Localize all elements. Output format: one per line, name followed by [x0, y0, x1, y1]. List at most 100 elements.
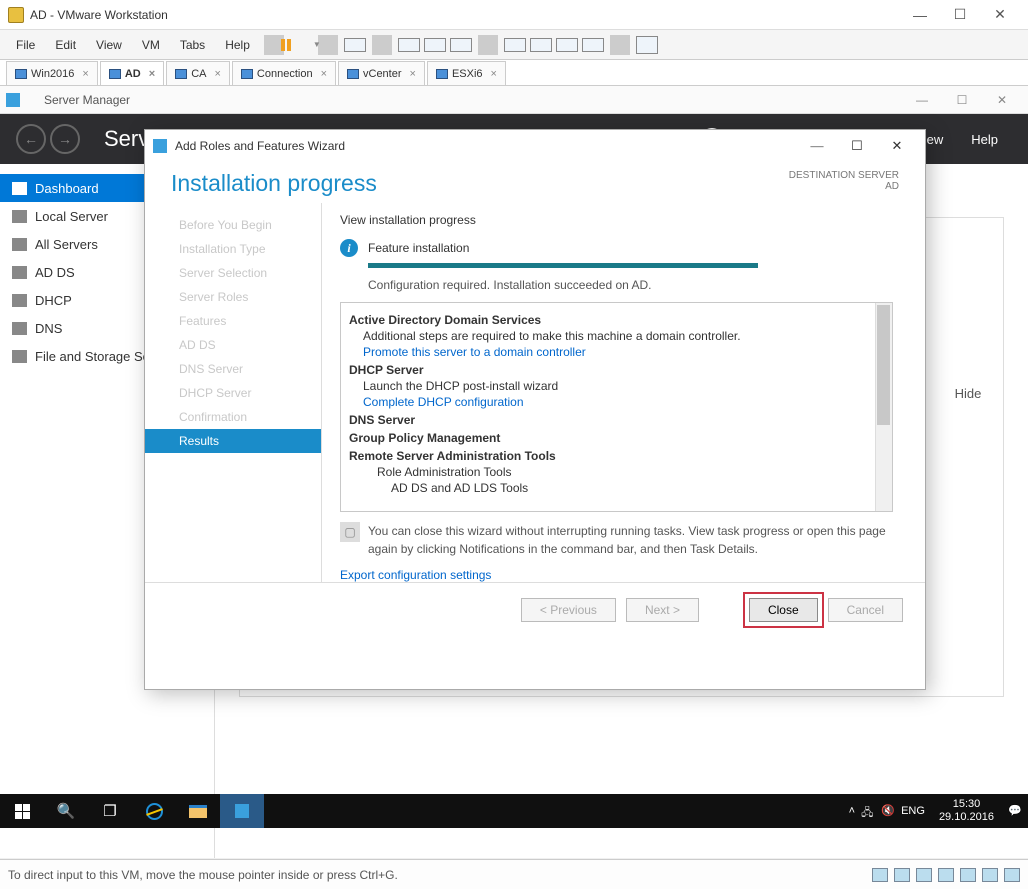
view-d-icon[interactable]: [580, 34, 606, 56]
menu-help[interactable]: Help: [215, 34, 260, 56]
vmware-icon: [8, 7, 24, 23]
sound-icon[interactable]: 🔇: [881, 804, 895, 818]
wizard-steps: Before You Begin Installation Type Serve…: [171, 203, 321, 582]
close-icon[interactable]: ×: [321, 68, 327, 80]
info-icon: i: [340, 239, 358, 257]
menu-view[interactable]: View: [86, 34, 132, 56]
close-icon[interactable]: ×: [491, 68, 497, 80]
wizard-footer: < Previous Next > Close Cancel: [145, 582, 925, 636]
export-link[interactable]: Export configuration settings: [340, 568, 893, 582]
result-dhcp: DHCP Server: [349, 363, 874, 377]
scrollbar-thumb[interactable]: [877, 305, 890, 425]
close-icon[interactable]: ×: [149, 68, 155, 80]
close-note: You can close this wizard without interr…: [368, 522, 893, 558]
maximize-button[interactable]: ☐: [940, 6, 980, 23]
close-button[interactable]: ✕: [980, 6, 1020, 23]
monitor-icon: [347, 69, 359, 79]
monitor-icon: [175, 69, 187, 79]
send-cad-icon[interactable]: [342, 34, 368, 56]
tab-win2016[interactable]: Win2016×: [6, 61, 98, 85]
monitor-icon: [436, 69, 448, 79]
server-manager-icon: [235, 804, 249, 818]
close-icon[interactable]: ×: [410, 68, 416, 80]
device-icon[interactable]: [960, 868, 976, 882]
wizard-maximize-button[interactable]: ☐: [837, 138, 877, 154]
promote-link[interactable]: Promote this server to a domain controll…: [363, 345, 874, 359]
taskbar-explorer[interactable]: [176, 794, 220, 828]
language-indicator[interactable]: ENG: [901, 805, 925, 817]
taskbar-server-manager[interactable]: [220, 794, 264, 828]
view-c-icon[interactable]: [554, 34, 580, 56]
menu-tabs[interactable]: Tabs: [170, 34, 215, 56]
step-dhcp: DHCP Server: [171, 381, 321, 405]
device-icon[interactable]: [982, 868, 998, 882]
network-icon[interactable]: 🖧: [861, 804, 875, 818]
tab-ad[interactable]: AD×: [100, 61, 164, 85]
back-button[interactable]: ←: [16, 124, 46, 154]
step-adds: AD DS: [171, 333, 321, 357]
disk-icon: [12, 350, 27, 363]
view-b-icon[interactable]: [528, 34, 554, 56]
result-dns: DNS Server: [349, 413, 874, 427]
result-adlds: AD DS and AD LDS Tools: [391, 481, 874, 495]
result-gpm: Group Policy Management: [349, 431, 874, 445]
wizard-dialog: Add Roles and Features Wizard — ☐ ✕ Inst…: [144, 129, 926, 690]
config-message: Configuration required. Installation suc…: [368, 278, 893, 292]
taskview-button[interactable]: ❐: [88, 794, 132, 828]
pause-icon[interactable]: ▼: [288, 34, 314, 56]
clock[interactable]: 15:30 29.10.2016: [931, 798, 1002, 824]
taskbar-ie[interactable]: [132, 794, 176, 828]
sm-close-button[interactable]: ✕: [982, 93, 1022, 107]
action-center-icon[interactable]: 💬: [1008, 804, 1022, 818]
device-icon[interactable]: [872, 868, 888, 882]
adds-icon: [12, 266, 27, 279]
menu-edit[interactable]: Edit: [45, 34, 86, 56]
dashboard-icon: [12, 182, 27, 195]
system-tray[interactable]: ˄ 🖧 🔇 ENG 15:30 29.10.2016 💬: [843, 798, 1028, 824]
menu-file[interactable]: File: [6, 34, 45, 56]
menu-vm[interactable]: VM: [132, 34, 170, 56]
sm-minimize-button[interactable]: —: [902, 93, 942, 107]
wizard-main-panel: View installation progress i Feature ins…: [321, 203, 907, 582]
result-adds: Active Directory Domain Services: [349, 313, 874, 327]
dhcp-config-link[interactable]: Complete DHCP configuration: [363, 395, 874, 409]
forward-button[interactable]: →: [50, 124, 80, 154]
device-icon[interactable]: [916, 868, 932, 882]
tab-ca[interactable]: CA×: [166, 61, 230, 85]
header-help[interactable]: Help: [971, 132, 998, 147]
view-a-icon[interactable]: [502, 34, 528, 56]
close-icon[interactable]: ×: [214, 68, 220, 80]
vmware-menubar: File Edit View VM Tabs Help ▼: [0, 30, 1028, 60]
step-roles: Server Roles: [171, 285, 321, 309]
close-button[interactable]: Close: [749, 598, 818, 622]
monitor-icon: [15, 69, 27, 79]
unity-icon[interactable]: [634, 34, 660, 56]
device-icon[interactable]: [894, 868, 910, 882]
snapshot-icon[interactable]: [396, 34, 422, 56]
device-icon[interactable]: [1004, 868, 1020, 882]
sm-maximize-button[interactable]: ☐: [942, 93, 982, 107]
wizard-icon: [153, 139, 167, 153]
tab-esxi6[interactable]: ESXi6×: [427, 61, 506, 85]
wizard-close-button[interactable]: ✕: [877, 138, 917, 154]
result-rat: Role Administration Tools: [377, 465, 874, 479]
hide-button[interactable]: Hide: [938, 386, 998, 401]
manage-snap-icon[interactable]: [448, 34, 474, 56]
step-type: Installation Type: [171, 237, 321, 261]
wizard-minimize-button[interactable]: —: [797, 138, 837, 154]
results-scrollbox[interactable]: Active Directory Domain Services Additio…: [340, 302, 893, 512]
scrollbar[interactable]: [875, 303, 892, 511]
tab-vcenter[interactable]: vCenter×: [338, 61, 425, 85]
device-icon[interactable]: [938, 868, 954, 882]
wizard-title: Add Roles and Features Wizard: [175, 139, 345, 153]
server-manager-icon: [6, 93, 20, 107]
minimize-button[interactable]: —: [900, 7, 940, 23]
revert-icon[interactable]: [422, 34, 448, 56]
chevron-up-icon[interactable]: ˄: [849, 805, 855, 817]
cancel-button: Cancel: [828, 598, 903, 622]
search-button[interactable]: 🔍: [44, 794, 88, 828]
tab-connection[interactable]: Connection×: [232, 61, 336, 85]
windows-icon: [15, 804, 30, 819]
close-icon[interactable]: ×: [82, 68, 88, 80]
start-button[interactable]: [0, 794, 44, 828]
